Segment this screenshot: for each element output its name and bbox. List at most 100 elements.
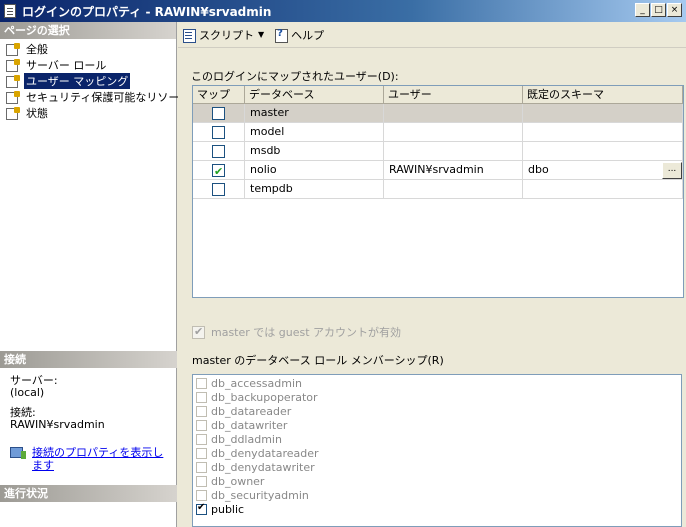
nav-item-label: 全般 bbox=[26, 43, 48, 56]
connection-info: サーバー: (local) 接続: RAWIN¥srvadmin bbox=[10, 375, 105, 437]
nav-item-user-mapping[interactable]: ユーザー マッピング bbox=[0, 73, 176, 89]
role-checkbox[interactable] bbox=[196, 489, 207, 501]
table-row[interactable]: nolio RAWIN¥srvadmin dbo ... bbox=[193, 161, 683, 181]
table-row[interactable]: msdb bbox=[193, 142, 683, 161]
script-icon bbox=[182, 28, 196, 43]
role-checkbox[interactable] bbox=[196, 405, 207, 417]
map-checkbox[interactable] bbox=[212, 107, 225, 120]
role-checkbox[interactable] bbox=[196, 391, 207, 403]
schema-cell[interactable] bbox=[523, 142, 683, 161]
help-label: ヘルプ bbox=[291, 28, 325, 42]
map-checkbox[interactable] bbox=[212, 163, 225, 181]
list-item[interactable]: db_ddladmin bbox=[193, 432, 681, 446]
map-checkbox[interactable] bbox=[212, 145, 225, 158]
role-label: db_securityadmin bbox=[211, 488, 309, 502]
role-label: db_datawriter bbox=[211, 418, 288, 432]
nav-item-label: 状態 bbox=[26, 107, 48, 120]
progress-header: 進行状況 bbox=[0, 485, 177, 502]
schema-browse-button[interactable]: ... bbox=[662, 162, 682, 179]
list-item[interactable]: db_accessadmin bbox=[193, 376, 681, 390]
page-icon bbox=[6, 91, 20, 104]
minimize-button[interactable]: _ bbox=[635, 3, 650, 17]
role-label: db_datareader bbox=[211, 404, 292, 418]
user-cell[interactable] bbox=[384, 123, 523, 142]
close-button[interactable]: × bbox=[667, 3, 682, 17]
table-row[interactable]: tempdb bbox=[193, 180, 683, 199]
view-connection-properties-link[interactable]: 接続のプロパティを表示します bbox=[32, 446, 170, 472]
nav-item-server-roles[interactable]: サーバー ロール bbox=[0, 57, 176, 73]
window-controls: _ □ × bbox=[635, 3, 682, 17]
role-label: db_accessadmin bbox=[211, 376, 302, 390]
maximize-button[interactable]: □ bbox=[651, 3, 666, 17]
role-checkbox[interactable] bbox=[196, 461, 207, 473]
page-icon bbox=[6, 43, 20, 56]
connection-value: RAWIN¥srvadmin bbox=[10, 418, 105, 431]
users-grid-label: このログインにマップされたユーザー(D): bbox=[191, 70, 399, 83]
role-label: db_owner bbox=[211, 474, 265, 488]
roles-list-label: master のデータベース ロール メンバーシップ(R) bbox=[192, 354, 444, 367]
list-item[interactable]: db_backupoperator bbox=[193, 390, 681, 404]
help-icon bbox=[274, 28, 289, 43]
nav-item-general[interactable]: 全般 bbox=[0, 41, 176, 57]
role-checkbox[interactable] bbox=[196, 419, 207, 431]
nav-item-status[interactable]: 状態 bbox=[0, 105, 176, 121]
script-label: スクリプト bbox=[199, 28, 254, 42]
role-checkbox[interactable] bbox=[196, 377, 207, 389]
help-button[interactable]: ヘルプ bbox=[274, 27, 324, 43]
table-row[interactable]: master bbox=[193, 104, 683, 123]
list-item[interactable]: db_owner bbox=[193, 474, 681, 488]
page-icon bbox=[6, 107, 20, 120]
map-checkbox[interactable] bbox=[212, 183, 225, 196]
right-pane: スクリプト ▼ ヘルプ このログインにマップされたユーザー(D): マップ デー… bbox=[178, 22, 686, 527]
role-checkbox[interactable] bbox=[196, 502, 207, 515]
user-cell[interactable] bbox=[384, 142, 523, 161]
nav-item-securables[interactable]: セキュリティ保護可能なリソース bbox=[0, 89, 190, 105]
chevron-down-icon[interactable]: ▼ bbox=[258, 30, 264, 39]
database-cell: model bbox=[245, 123, 384, 142]
user-cell[interactable] bbox=[384, 180, 523, 199]
page-select-header: ページの選択 bbox=[0, 22, 176, 39]
column-header-default-schema[interactable]: 既定のスキーマ bbox=[523, 86, 683, 104]
guest-account-option: master では guest アカウントが有効 bbox=[192, 324, 401, 340]
role-label: db_denydatareader bbox=[211, 446, 319, 460]
page-nav-list: 全般 サーバー ロール ユーザー マッピング セキュリティ保護可能なリソース 状… bbox=[0, 39, 190, 121]
database-role-list: db_accessadmin db_backupoperator db_data… bbox=[192, 374, 682, 527]
schema-cell[interactable] bbox=[523, 104, 683, 123]
list-item[interactable]: db_datawriter bbox=[193, 418, 681, 432]
list-item[interactable]: public bbox=[193, 502, 681, 516]
schema-cell[interactable] bbox=[523, 123, 683, 142]
role-label: public bbox=[211, 502, 245, 516]
server-value: (local) bbox=[10, 386, 45, 399]
list-item[interactable]: db_securityadmin bbox=[193, 488, 681, 502]
schema-cell[interactable] bbox=[523, 180, 683, 199]
role-checkbox[interactable] bbox=[196, 475, 207, 487]
guest-enabled-label: master では guest アカウントが有効 bbox=[211, 326, 402, 339]
title-bar: ログインのプロパティ - RAWIN¥srvadmin _ □ × bbox=[0, 0, 686, 22]
user-mapping-grid: マップ データベース ユーザー 既定のスキーマ master model msd… bbox=[192, 85, 684, 298]
guest-enabled-checkbox bbox=[192, 325, 205, 339]
user-cell[interactable]: RAWIN¥srvadmin bbox=[384, 161, 523, 180]
map-checkbox[interactable] bbox=[212, 126, 225, 139]
list-item[interactable]: db_datareader bbox=[193, 404, 681, 418]
grid-header: マップ データベース ユーザー 既定のスキーマ bbox=[193, 86, 683, 104]
list-item[interactable]: db_denydatawriter bbox=[193, 460, 681, 474]
schema-cell: dbo bbox=[528, 163, 549, 176]
role-label: db_backupoperator bbox=[211, 390, 318, 404]
column-header-database[interactable]: データベース bbox=[245, 86, 384, 104]
column-header-map[interactable]: マップ bbox=[193, 86, 245, 104]
role-checkbox[interactable] bbox=[196, 447, 207, 459]
column-header-user[interactable]: ユーザー bbox=[384, 86, 523, 104]
table-row[interactable]: model bbox=[193, 123, 683, 142]
window-icon bbox=[4, 4, 16, 18]
database-cell: nolio bbox=[245, 161, 384, 180]
page-icon bbox=[6, 59, 20, 72]
view-connection-properties[interactable]: 接続のプロパティを表示します bbox=[10, 446, 170, 472]
role-label: db_ddladmin bbox=[211, 432, 282, 446]
script-button[interactable]: スクリプト ▼ bbox=[182, 27, 264, 43]
user-cell[interactable] bbox=[384, 104, 523, 123]
role-checkbox[interactable] bbox=[196, 433, 207, 445]
connection-properties-icon bbox=[10, 446, 26, 460]
list-item[interactable]: db_denydatareader bbox=[193, 446, 681, 460]
database-cell: master bbox=[245, 104, 384, 123]
database-cell: msdb bbox=[245, 142, 384, 161]
